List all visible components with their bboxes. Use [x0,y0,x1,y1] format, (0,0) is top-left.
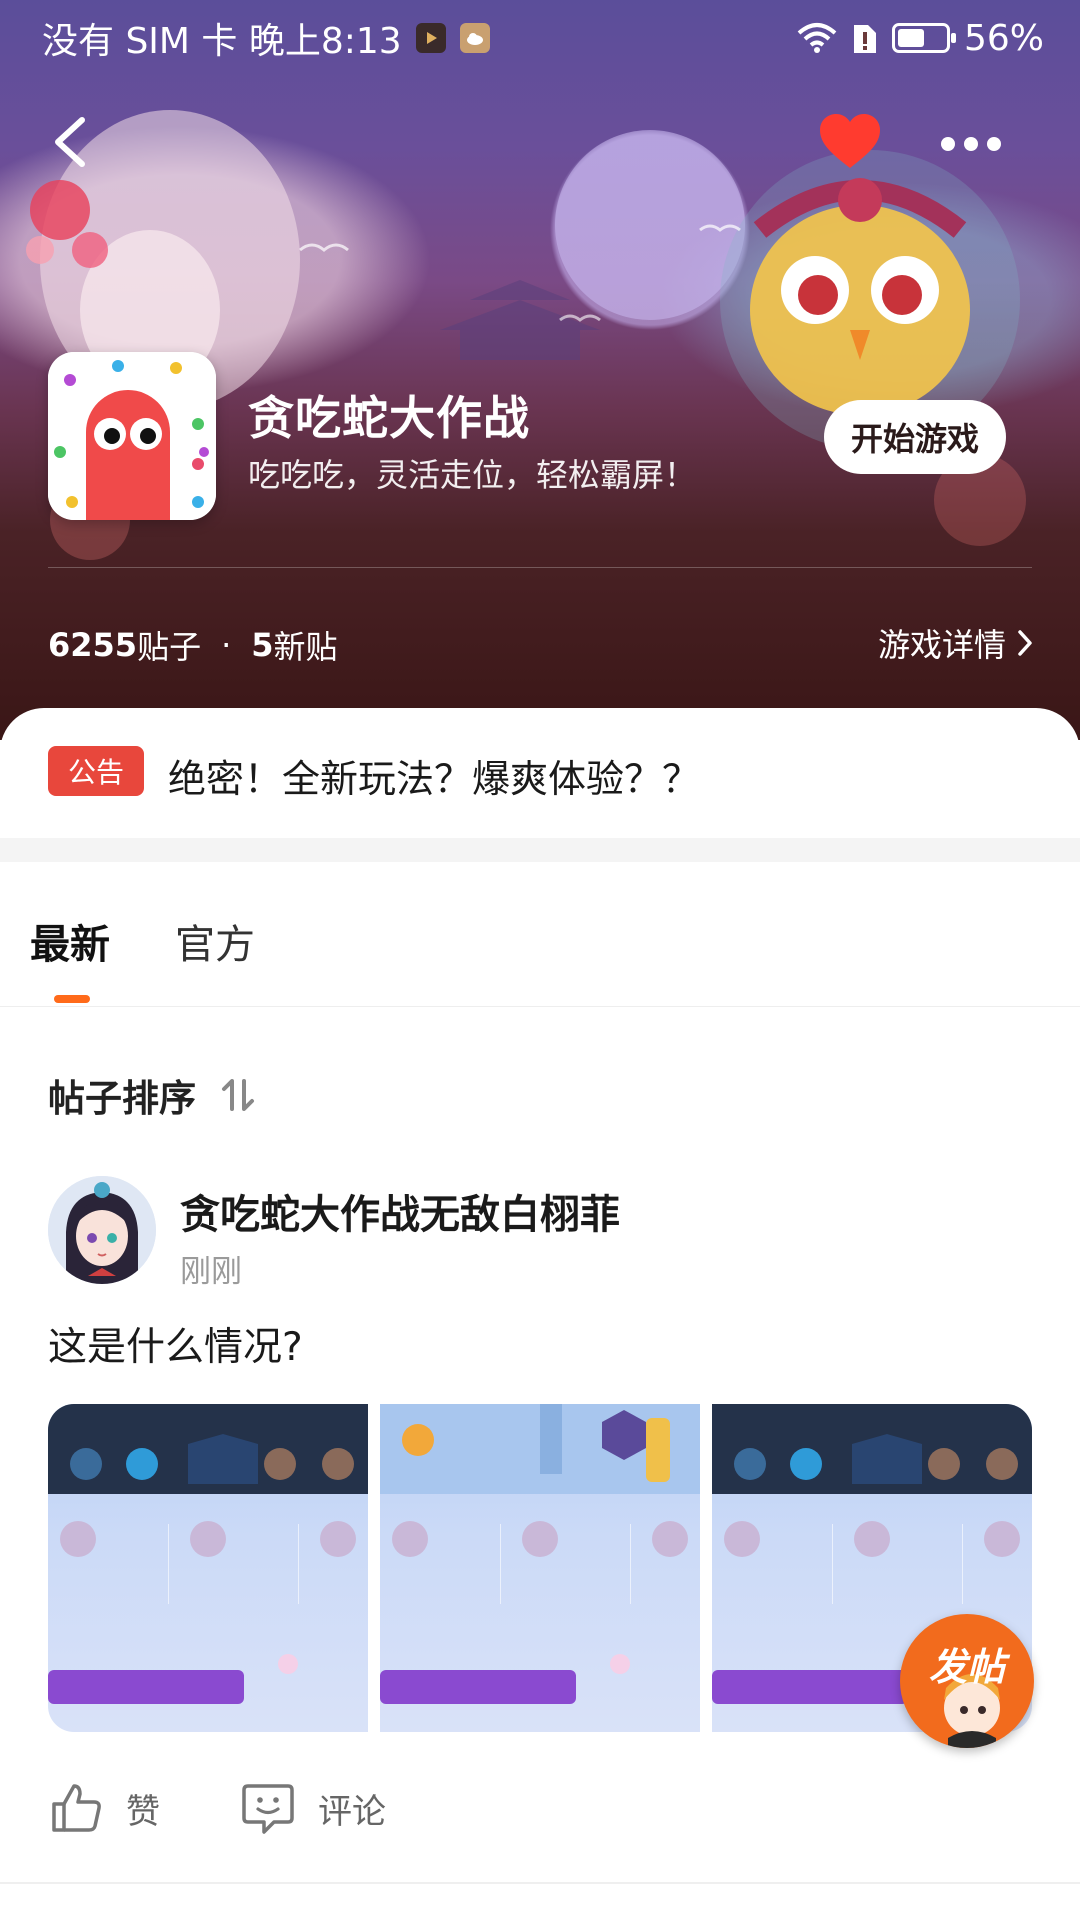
post-sort-control[interactable]: 帖子排序 [48,1068,258,1122]
chevron-left-icon[interactable] [46,112,96,172]
game-app-icon [48,352,216,520]
cloud-app-icon [459,23,490,53]
heart-icon[interactable] [818,112,882,172]
game-screenshot-thumbnail [48,1404,368,1704]
announcement-text: 绝密！全新玩法？爆爽体验？？ [168,757,701,801]
new-post-button[interactable]: 发帖 [900,1614,1034,1748]
game-screenshot-thumbnail [380,1404,700,1704]
battery-level-fill [897,29,924,47]
post-image-1[interactable] [48,1404,368,1732]
battery-icon [891,23,956,53]
tab-latest[interactable]: 最新 [30,912,110,970]
post-bottom-divider [0,1882,1080,1884]
sim-alert-icon [853,25,876,53]
post-timestamp: 刚刚 [180,1254,242,1290]
game-hero-banner: 没有 SIM 卡 晚上8:13 56% 贪吃蛇大作战 吃吃吃，灵活走位，轻松霸屏… [0,0,1080,740]
post-body-text[interactable]: 这是什么情况? [48,1316,303,1372]
new-post-label: 发帖 [928,1645,1005,1689]
announcement-tag: 公告 [48,746,144,796]
new-posts-label: 新贴 [273,628,338,666]
game-details-label: 游戏详情 [877,626,1006,664]
post-image-gallery [48,1404,1032,1732]
status-left: 没有 SIM 卡 晚上8:13 [42,12,490,64]
author-avatar[interactable] [48,1176,156,1284]
comment-button[interactable]: 评论 [240,1780,386,1836]
hero-divider [48,567,1032,568]
battery-percent: 56% [963,17,1044,59]
snake-logo-icon [48,352,216,520]
like-label: 赞 [126,1791,160,1832]
posts-count: 6255 [48,626,138,664]
status-text: 没有 SIM 卡 晚上8:13 [42,21,402,62]
active-tab-indicator [54,995,90,1003]
comment-bubble-icon [242,1784,294,1834]
comment-label: 评论 [318,1791,386,1832]
like-button[interactable]: 赞 [48,1780,160,1836]
video-app-icon [415,23,446,53]
feed-tabs: 最新 官方 [0,862,1080,1007]
sort-label: 帖子排序 [48,1077,196,1120]
chevron-right-icon [1018,630,1032,656]
author-name[interactable]: 贪吃蛇大作战无敌白栩菲 [180,1182,620,1240]
more-dots-icon[interactable] [940,126,1002,162]
anime-girl-avatar-image [48,1176,156,1284]
sort-arrows-icon [222,1079,254,1111]
game-subtitle: 吃吃吃，灵活走位，轻松霸屏！ [248,456,697,494]
game-title: 贪吃蛇大作战 [248,391,530,445]
stats-separator: · [221,626,232,664]
post-image-2[interactable] [380,1404,700,1732]
post-action-bar: 赞 评论 [48,1780,386,1836]
status-right: 56% [796,18,1044,59]
thumbs-up-icon [52,1784,101,1832]
tab-official[interactable]: 官方 [175,912,255,970]
forum-stats: 6255 贴子 · 5 新贴 [48,622,338,668]
wifi-icon [797,23,837,53]
game-details-link[interactable]: 游戏详情 [878,620,1034,666]
new-posts-count: 5 [251,626,274,664]
announcement-bar[interactable]: 公告 绝密！全新玩法？爆爽体验？？ [0,708,1080,838]
start-game-button[interactable]: 开始游戏 [824,400,1006,474]
status-bar: 没有 SIM 卡 晚上8:13 56% [0,0,1080,76]
posts-label: 贴子 [137,628,202,666]
section-divider [0,838,1080,862]
